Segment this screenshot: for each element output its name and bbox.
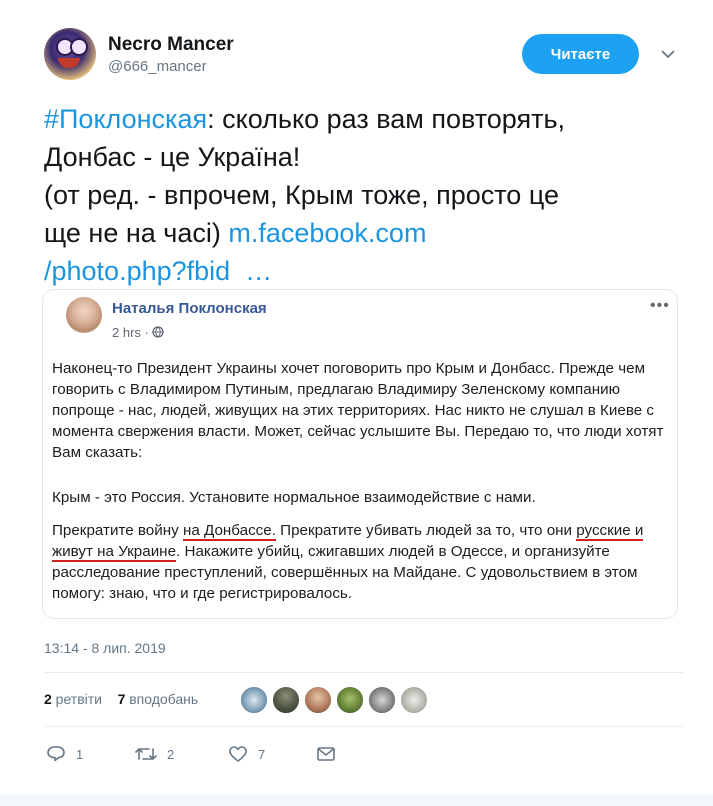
reply-count: 1 xyxy=(76,746,84,762)
likes-stat[interactable]: 7 вподобань xyxy=(118,691,199,707)
heart-icon xyxy=(229,746,247,762)
reply-button[interactable]: 1 xyxy=(46,744,83,764)
hashtag-link[interactable]: #Поклонская xyxy=(44,104,207,134)
like-button[interactable]: 7 xyxy=(228,744,265,764)
facebook-post-time: 2 hrs · xyxy=(112,325,165,340)
divider xyxy=(44,672,684,673)
following-button[interactable]: Читаєте xyxy=(522,34,639,74)
globe-icon xyxy=(152,326,165,338)
liker-avatar[interactable] xyxy=(304,686,332,714)
tweet-timestamp[interactable]: 13:14 - 8 лип. 2019 xyxy=(44,640,166,656)
retweet-count: 2 xyxy=(167,746,175,762)
like-count: 7 xyxy=(258,746,266,762)
liker-avatar[interactable] xyxy=(400,686,428,714)
underlined-phrase-1: на Донбассе. xyxy=(182,522,276,541)
liker-avatar[interactable] xyxy=(240,686,268,714)
envelope-icon xyxy=(317,747,335,761)
liker-avatar[interactable] xyxy=(272,686,300,714)
retweet-button[interactable]: 2 xyxy=(135,744,174,764)
liker-avatar[interactable] xyxy=(368,686,396,714)
reply-icon xyxy=(47,746,65,762)
tweet-text: #Поклонская: сколько раз вам повторять, … xyxy=(44,100,684,290)
facebook-paragraph-3: Прекратите войну на Донбассе. Прекратите… xyxy=(52,522,644,602)
author-display-name[interactable]: Necro Mancer xyxy=(108,34,234,56)
facebook-paragraph-2: Крым - это Россия. Установите нормальное… xyxy=(52,489,536,506)
retweets-stat[interactable]: 2 ретвіти xyxy=(44,691,102,707)
tweet-stats: 2 ретвіти 7 вподобань xyxy=(44,691,198,707)
author-handle[interactable]: @666_mancer xyxy=(108,58,207,75)
facebook-author-name: Наталья Поклонская xyxy=(112,300,267,317)
more-options-icon: ••• xyxy=(650,297,670,314)
liker-avatar[interactable] xyxy=(336,686,364,714)
author-avatar[interactable] xyxy=(44,28,96,80)
chevron-down-icon[interactable] xyxy=(660,46,676,62)
retweet-icon xyxy=(135,748,157,760)
bottom-bar xyxy=(0,795,713,806)
divider xyxy=(44,726,684,727)
direct-message-button[interactable] xyxy=(316,744,346,764)
facebook-paragraph-1: Наконец-то Президент Украины хочет погов… xyxy=(52,360,664,461)
facebook-author-avatar xyxy=(66,297,102,333)
